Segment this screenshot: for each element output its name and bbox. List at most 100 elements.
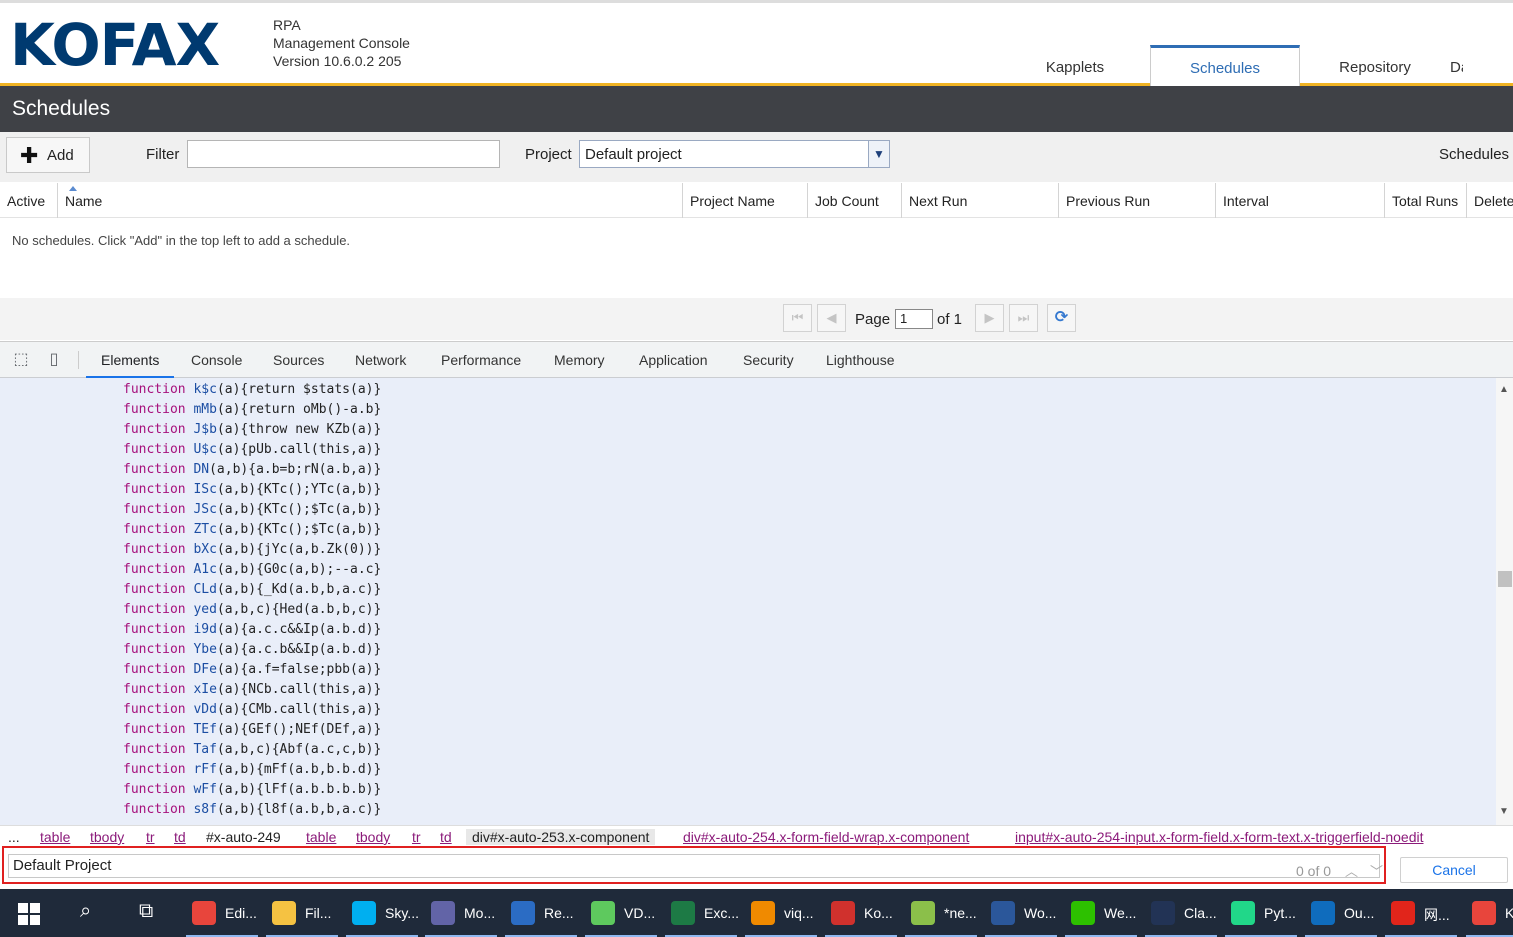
- device-toolbar-icon[interactable]: ▯: [44, 350, 64, 370]
- code-params: (a,b): [216, 782, 257, 797]
- code-line: function ZTc(a,b){KTc();$Tc(a,b)}: [123, 520, 381, 540]
- excel-icon: [671, 901, 695, 925]
- devtools-tab-network[interactable]: Network: [355, 342, 406, 378]
- breadcrumb-item[interactable]: table: [40, 829, 70, 845]
- breadcrumb-item[interactable]: tr: [146, 829, 155, 845]
- breadcrumb-item[interactable]: #x-auto-249: [206, 829, 281, 845]
- chrome-icon: [192, 901, 216, 925]
- taskbar-app-label: Ko...: [864, 905, 893, 921]
- cloud-icon: [591, 901, 615, 925]
- column-name-label: Name: [65, 193, 103, 209]
- page-number-input[interactable]: 1: [895, 309, 933, 329]
- code-line: function bXc(a,b){jYc(a,b.Zk(0))}: [123, 540, 381, 560]
- prev-page-icon[interactable]: ◀: [817, 304, 846, 332]
- code-body: {throw new KZb(a)}: [240, 422, 382, 437]
- code-keyword: function: [123, 422, 194, 437]
- column-next-run[interactable]: Next Run: [902, 183, 1059, 218]
- code-function-name: DFe: [193, 662, 217, 677]
- paging-toolbar: ⏮ ◀ Page 1 of 1 ▶ ⏭ ⟳: [0, 298, 1513, 340]
- devtools-tab-lighthouse[interactable]: Lighthouse: [826, 342, 895, 378]
- filter-label: Filter: [146, 146, 180, 163]
- breadcrumb-item[interactable]: ...: [8, 829, 20, 845]
- breadcrumb-item[interactable]: table: [306, 829, 336, 845]
- project-select[interactable]: Default project ▼: [579, 140, 890, 168]
- code-keyword: function: [123, 642, 194, 657]
- code-params: (a): [216, 682, 241, 697]
- source-code-view[interactable]: function k$c(a){return $stats(a)} functio…: [0, 378, 1496, 825]
- scroll-up-icon[interactable]: ▲: [1499, 384, 1509, 395]
- devtools-tab-sources[interactable]: Sources: [273, 342, 324, 378]
- code-scrollbar[interactable]: ▲ ▼: [1496, 378, 1513, 825]
- code-keyword: function: [123, 682, 194, 697]
- taskbar-app-label: viq...: [784, 905, 814, 921]
- breadcrumb-item[interactable]: td: [174, 829, 186, 845]
- breadcrumb-item[interactable]: tbody: [356, 829, 390, 845]
- tab-schedules[interactable]: Schedules: [1150, 45, 1300, 86]
- column-total-runs[interactable]: Total Runs: [1385, 183, 1467, 218]
- code-params: (a,b): [216, 482, 257, 497]
- code-params: (a,b): [216, 802, 257, 817]
- prev-match-icon[interactable]: ︿: [1345, 861, 1358, 880]
- devtools-tab-elements[interactable]: Elements: [86, 342, 175, 378]
- scroll-down-icon[interactable]: ▼: [1499, 806, 1509, 817]
- code-params: (a,b,c): [216, 742, 272, 757]
- refresh-icon[interactable]: ⟳: [1047, 304, 1076, 332]
- column-job-count[interactable]: Job Count: [808, 183, 902, 218]
- column-active[interactable]: Active: [0, 183, 58, 218]
- tab-repository[interactable]: Repository: [1300, 45, 1450, 86]
- next-page-icon[interactable]: ▶: [975, 304, 1004, 332]
- code-keyword: function: [123, 382, 194, 397]
- devtools-tab-performance[interactable]: Performance: [441, 342, 521, 378]
- taskbar-app-label: Edi...: [225, 905, 257, 921]
- taskbar-app-label: Cla...: [1184, 905, 1217, 921]
- empty-grid-message: No schedules. Click "Add" in the top lef…: [12, 233, 351, 248]
- tab-kapplets[interactable]: Kapplets: [1000, 45, 1150, 86]
- tab-dashboard[interactable]: Da: [1450, 45, 1463, 86]
- code-body: {lFf(a.b.b.b.b)}: [256, 782, 382, 797]
- column-name[interactable]: Name: [58, 183, 683, 218]
- devtools-search-bar: Default Project 0 of 0 ︿ ﹀: [2, 846, 1386, 884]
- last-page-icon[interactable]: ⏭: [1009, 304, 1038, 332]
- breadcrumb-item[interactable]: input#x-auto-254-input.x-form-field.x-fo…: [1015, 829, 1424, 845]
- add-schedule-button[interactable]: ✚ Add: [6, 137, 90, 173]
- code-params: (a): [216, 422, 241, 437]
- devtools-tab-security[interactable]: Security: [743, 342, 794, 378]
- match-count: 0 of 0: [1296, 863, 1332, 879]
- breadcrumb-item[interactable]: tr: [412, 829, 421, 845]
- inspect-element-icon[interactable]: ⬚: [11, 350, 31, 370]
- chevron-down-icon[interactable]: ▼: [868, 141, 889, 167]
- column-interval[interactable]: Interval: [1216, 183, 1385, 218]
- taskbar-app-label: 网...: [1424, 907, 1450, 923]
- app-header: KOFAX RPA Management Console Version 10.…: [0, 0, 1513, 86]
- tab-separator: [78, 351, 79, 369]
- column-project-name[interactable]: Project Name: [683, 183, 808, 218]
- breadcrumb-item[interactable]: div#x-auto-254.x-form-field-wrap.x-compo…: [683, 829, 969, 845]
- devtools-tab-console[interactable]: Console: [191, 342, 242, 378]
- search-cancel-button[interactable]: Cancel: [1400, 857, 1508, 883]
- breadcrumb-item[interactable]: tbody: [90, 829, 124, 845]
- filter-input[interactable]: [187, 140, 500, 168]
- code-params: (a): [216, 702, 241, 717]
- code-params: (a): [216, 442, 241, 457]
- column-delete[interactable]: Delete: [1467, 183, 1513, 218]
- breadcrumb-item[interactable]: td: [440, 829, 452, 845]
- column-previous-run[interactable]: Previous Run: [1059, 183, 1216, 218]
- code-function-name: rFf: [193, 762, 217, 777]
- search-icon[interactable]: ⌕: [80, 900, 91, 923]
- devtools-tab-memory[interactable]: Memory: [554, 342, 605, 378]
- windows-start-icon[interactable]: [18, 903, 40, 925]
- code-keyword: function: [123, 562, 194, 577]
- code-body: {jYc(a,b.Zk(0))}: [256, 542, 382, 557]
- task-view-icon[interactable]: ⧉: [139, 900, 153, 923]
- code-function-name: s8f: [193, 802, 217, 817]
- devtools-search-input[interactable]: Default Project: [8, 854, 1380, 878]
- devtools-tab-application[interactable]: Application: [639, 342, 708, 378]
- first-page-icon[interactable]: ⏮: [783, 304, 812, 332]
- breadcrumb-item[interactable]: div#x-auto-253.x-component: [466, 829, 656, 845]
- code-function-name: bXc: [193, 542, 217, 557]
- code-body: {Abf(a.c,c,b)}: [271, 742, 382, 757]
- next-match-icon[interactable]: ﹀: [1370, 861, 1383, 880]
- code-function-name: J$b: [193, 422, 217, 437]
- page-total-label: of 1: [937, 311, 963, 328]
- scrollbar-thumb[interactable]: [1498, 571, 1512, 587]
